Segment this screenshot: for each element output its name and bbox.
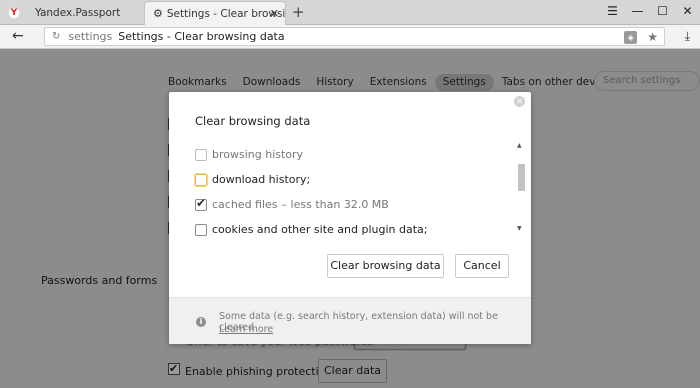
option-label: browsing history [212,148,304,161]
nav-history[interactable]: History [308,74,361,91]
option-label: cookies and other site and plugin data; [212,223,428,236]
settings-nav: Bookmarks Downloads History Extensions S… [168,74,624,91]
search-settings-input[interactable]: Search settings [594,71,700,91]
tab-strip: Y Yandex.Passport ⚙ Settings - Clear bro… [0,0,700,25]
options-list: browsing history download history; cache… [195,142,525,236]
info-icon: i [196,317,206,327]
clear-data-button: Clear data [318,359,387,383]
checkbox[interactable] [195,223,207,236]
yandex-logo-icon: Y [8,7,20,19]
maximize-button[interactable]: ☐ [656,4,669,18]
clear-browsing-dialog: ✕ Clear browsing data browsing history d… [169,92,531,344]
dialog-footer: i Some data (e.g. search history, extens… [169,297,531,344]
close-window-button[interactable]: ✕ [681,4,694,18]
reload-icon[interactable]: ↻ [52,31,60,42]
dialog-title: Clear browsing data [195,114,311,128]
options-scrollbar[interactable]: ▲ ▼ [515,142,525,232]
new-tab-button[interactable]: + [292,3,305,21]
omnibox[interactable]: ↻ settings Settings - Clear browsing dat… [44,27,665,46]
option-label: cached files [212,198,278,211]
scrollbar-thumb[interactable] [518,164,525,191]
checkbox[interactable] [195,196,207,211]
option-cached-files[interactable]: cached files – less than 32.0 MB [195,196,389,211]
nav-downloads[interactable]: Downloads [235,74,309,91]
bookmark-star-icon[interactable]: ★ [647,30,658,44]
tab-yandex-passport[interactable]: Y Yandex.Passport [0,1,144,25]
nav-bookmarks[interactable]: Bookmarks [168,74,235,91]
checkbox[interactable] [195,148,207,161]
scroll-down-icon[interactable]: ▼ [517,225,522,232]
tab-label: Yandex.Passport [35,7,121,19]
tab-label: Settings - Clear browsing [166,7,285,20]
option-label: download history; [212,173,311,186]
back-button[interactable]: ← [12,28,24,44]
passwords-forms-heading: Passwords and forms [41,274,158,287]
scroll-up-icon[interactable]: ▲ [517,142,522,149]
option-detail: – less than 32.0 MB [281,198,389,211]
option-browsing-history[interactable]: browsing history [195,148,303,161]
download-icon[interactable]: ⤓ [685,29,690,44]
option-cookies[interactable]: cookies and other site and plugin data; [195,223,427,236]
checkbox[interactable] [195,173,207,186]
clear-browsing-data-button[interactable]: Clear browsing data [327,254,444,278]
phishing-checkbox: ✔ [168,362,180,375]
protect-icon[interactable]: ◈ [624,30,638,44]
url-host: settings [68,30,113,43]
cancel-button[interactable]: Cancel [455,254,509,278]
url-title: Settings - Clear browsing data [118,30,285,43]
close-dialog-icon[interactable]: ✕ [514,96,525,107]
nav-settings[interactable]: Settings [434,74,494,91]
learn-more-link[interactable]: Learn more [219,324,273,335]
close-tab-icon[interactable]: ✕ [270,7,279,20]
phishing-label: Enable phishing protection [185,365,333,378]
minimize-button[interactable]: — [631,4,644,18]
tab-settings[interactable]: ⚙ Settings - Clear browsing ✕ [144,1,286,25]
nav-extensions[interactable]: Extensions [362,74,435,91]
menu-icon[interactable]: ☰ [606,4,619,18]
gear-icon: ⚙ [153,7,163,20]
option-download-history[interactable]: download history; [195,173,310,186]
address-bar: ← ↻ settings Settings - Clear browsing d… [0,25,700,49]
window-controls: ☰ — ☐ ✕ [606,4,694,18]
